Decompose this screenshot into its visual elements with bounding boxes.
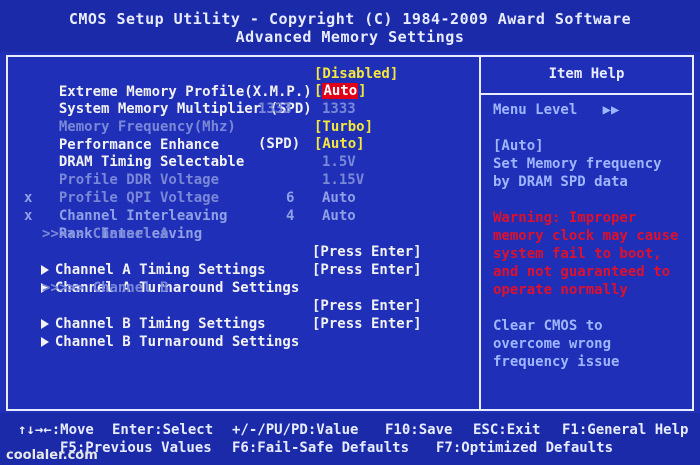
help-line: Set Memory frequency bbox=[493, 156, 662, 172]
memory-frequency-current: 1333 bbox=[258, 101, 292, 117]
channel-b-timing-value[interactable]: [Press Enter] bbox=[312, 297, 422, 315]
page-title: Advanced Memory Settings bbox=[235, 28, 465, 46]
warning-line: memory clock may cause bbox=[493, 228, 679, 244]
performance-enhance-value[interactable]: [Turbo] bbox=[314, 118, 373, 136]
submenu-arrow-icon bbox=[40, 337, 49, 347]
menu-level: Menu Level ▶▶ bbox=[493, 102, 620, 118]
section-header-channel-b: >>>>> Channel B bbox=[42, 280, 169, 296]
watermark: coolaler.com bbox=[6, 448, 98, 463]
selected-value[interactable]: Auto bbox=[322, 83, 359, 99]
channel-a-turnaround-value[interactable]: [Press Enter] bbox=[312, 261, 422, 279]
channel-interleaving-current: 6 bbox=[286, 190, 295, 206]
key-hint-select: Enter:Select bbox=[112, 422, 214, 438]
memory-frequency-value: 1333 bbox=[322, 101, 356, 117]
warning-line: and not guaranteed to bbox=[493, 264, 671, 280]
dram-timing-mode: (SPD) bbox=[258, 136, 301, 152]
rank-interleaving-current: 4 bbox=[286, 208, 295, 224]
header: CMOS Setup Utility - Copyright (C) 1984-… bbox=[0, 0, 700, 52]
warning-line: operate normally bbox=[493, 282, 628, 298]
system-memory-multiplier-value[interactable]: [Auto] bbox=[314, 82, 367, 100]
rank-interleaving-value: Auto bbox=[322, 208, 356, 224]
key-hint-general-help: F1:General Help bbox=[562, 422, 689, 438]
key-hint-value: +/-/PU/PD:Value bbox=[232, 422, 359, 438]
x-marker: x bbox=[24, 208, 33, 224]
key-hint-move: ↑↓→←:Move bbox=[18, 422, 94, 438]
section-header-channel-a: >>>>> Channel A bbox=[42, 226, 169, 242]
warning-line: Warning: Improper bbox=[493, 210, 637, 226]
channel-interleaving-value: Auto bbox=[322, 190, 356, 206]
warning-line: system fail to boot, bbox=[493, 246, 662, 262]
help-line: [Auto] bbox=[493, 138, 544, 154]
key-hint-failsafe-defaults: F6:Fail-Safe Defaults bbox=[232, 440, 410, 456]
app-title: CMOS Setup Utility - Copyright (C) 1984-… bbox=[68, 10, 632, 28]
submenu-channel-b-turnaround[interactable]: Channel B Turnaround Settings bbox=[24, 315, 299, 351]
profile-qpi-voltage-value: 1.15V bbox=[322, 172, 365, 188]
channel-a-timing-value[interactable]: [Press Enter] bbox=[312, 243, 422, 261]
help-line: overcome wrong bbox=[493, 336, 612, 352]
help-line: Clear CMOS to bbox=[493, 318, 603, 334]
help-line: by DRAM SPD data bbox=[493, 174, 628, 190]
channel-b-turnaround-value[interactable]: [Press Enter] bbox=[312, 315, 422, 333]
item-help-title: Item Help bbox=[548, 66, 625, 82]
panel-divider bbox=[479, 55, 481, 411]
help-line: frequency issue bbox=[493, 354, 620, 370]
x-marker: x bbox=[24, 190, 33, 206]
help-title-divider bbox=[481, 93, 692, 95]
footer-keys: ↑↓→←:Move Enter:Select +/-/PU/PD:Value F… bbox=[0, 413, 700, 465]
key-hint-save: F10:Save bbox=[385, 422, 453, 438]
xmp-value[interactable]: [Disabled] bbox=[314, 65, 398, 83]
profile-ddr-voltage-value: 1.5V bbox=[322, 154, 356, 170]
key-hint-optimized-defaults: F7:Optimized Defaults bbox=[436, 440, 614, 456]
dram-timing-value[interactable]: [Auto] bbox=[314, 135, 365, 153]
key-hint-exit: ESC:Exit bbox=[473, 422, 541, 438]
menu-item-label: Channel B Turnaround Settings bbox=[54, 334, 300, 350]
